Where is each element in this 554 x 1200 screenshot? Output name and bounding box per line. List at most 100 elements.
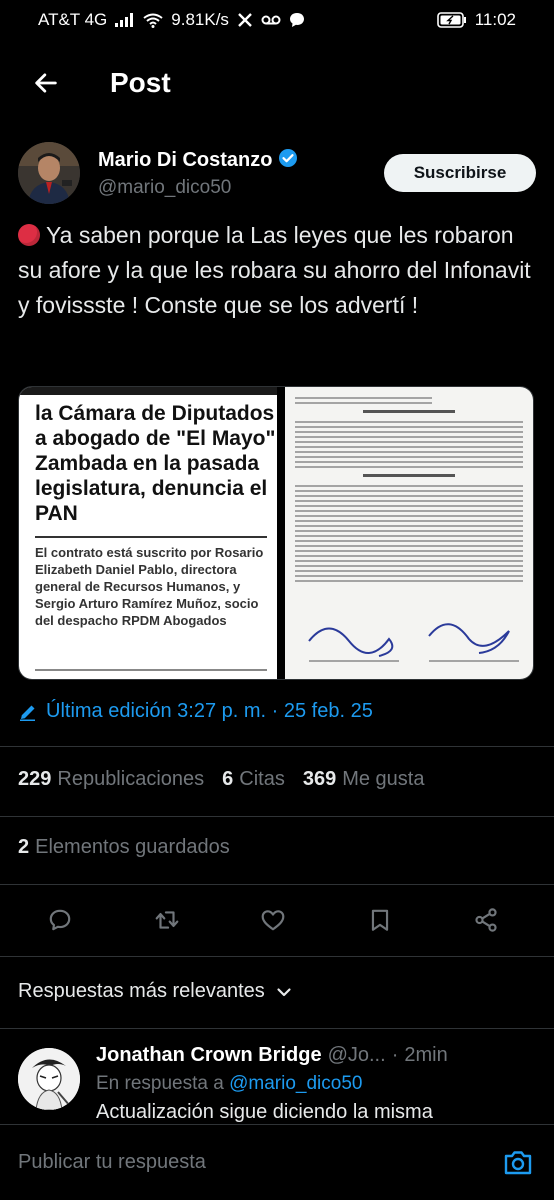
doc-line [295, 505, 523, 507]
cropped-headline-strip [19, 387, 277, 395]
camera-button[interactable] [500, 1145, 536, 1181]
doc-heading [363, 474, 455, 477]
doc-line [295, 446, 523, 448]
back-button[interactable] [16, 53, 76, 113]
doc-line [295, 530, 523, 532]
doc-line [295, 451, 523, 453]
like-icon [261, 910, 285, 931]
author-name[interactable]: Mario Di Costanzo [98, 149, 272, 172]
post-stats: 229 Republicaciones 6 Citas 369 Me gusta [18, 768, 424, 791]
likes-count: 369 [302, 768, 337, 790]
signal-icon [115, 13, 135, 27]
doc-line [295, 436, 523, 438]
author-avatar[interactable] [18, 142, 80, 204]
last-edited-link[interactable]: Última edición 3:27 p. m. · 25 feb. 25 [18, 700, 373, 723]
divider [0, 956, 554, 957]
post-header: Post [0, 50, 554, 116]
divider [0, 884, 554, 885]
like-button[interactable] [253, 900, 293, 940]
reply-item[interactable]: Jonathan Crown Bridge @Jo... · 2min En r… [18, 1044, 536, 1124]
subscribe-button[interactable]: Suscribirse [384, 154, 536, 192]
reply-composer [0, 1124, 554, 1200]
doc-line [295, 431, 523, 433]
doc-line [295, 510, 523, 512]
repost-icon [155, 911, 178, 929]
reply-text: Actualización sigue diciendo la misma [96, 1101, 433, 1123]
bookmarks-label: Elementos guardados [35, 836, 230, 858]
network-speed: 9.81K/s [171, 10, 229, 29]
media-image-news[interactable]: la Cámara de Diputados a abogado de "El … [19, 387, 277, 679]
quotes-label: Citas [239, 768, 285, 790]
likes-stat[interactable]: 369 Me gusta [303, 768, 425, 791]
reply-context-prefix: En respuesta a [96, 1073, 224, 1094]
reply-author-handle[interactable]: @Jo... [328, 1044, 386, 1067]
replies-sort-label: Respuestas más relevantes [18, 980, 265, 1002]
likes-label: Me gusta [342, 768, 425, 790]
doc-line [295, 426, 523, 428]
doc-line [295, 570, 523, 572]
doc-line [295, 565, 523, 567]
doc-line [295, 515, 523, 517]
pencil-icon [20, 705, 35, 721]
doc-line [295, 580, 523, 582]
back-arrow-icon [35, 73, 57, 93]
doc-line [295, 485, 523, 487]
share-button[interactable] [466, 900, 506, 940]
status-bar: AT&T 4G 9.81K/s 11:02 [0, 0, 554, 40]
reply-time: 2min [404, 1044, 448, 1066]
share-icon [475, 908, 497, 932]
chevron-down-icon [277, 987, 291, 996]
media-headline: la Cámara de Diputados a abogado de "El … [35, 402, 276, 525]
red-circle-icon [18, 224, 40, 246]
page-title: Post [110, 67, 171, 98]
media-gap [277, 387, 285, 679]
doc-line [295, 441, 523, 443]
doc-line [295, 461, 523, 463]
post-text: Ya saben porque la Las leyes que les rob… [18, 218, 538, 323]
reply-author-name[interactable]: Jonathan Crown Bridge [96, 1044, 322, 1067]
bookmarks-stat[interactable]: 2 Elementos guardados [18, 836, 230, 859]
reposts-label: Republicaciones [57, 768, 205, 790]
doc-line [295, 456, 523, 458]
doc-line [295, 421, 523, 423]
voicemail-icon [261, 14, 281, 26]
quotes-stat[interactable]: 6 Citas [222, 768, 285, 791]
post-media[interactable]: la Cámara de Diputados a abogado de "El … [18, 386, 534, 680]
doc-line [295, 490, 523, 492]
media-divider [35, 536, 267, 538]
media-subtext: El contrato está suscrito por Rosario El… [35, 545, 264, 628]
doc-line [295, 402, 432, 404]
bookmarks-count: 2 [18, 836, 30, 858]
reply-icon [49, 909, 71, 931]
reposts-count: 229 [18, 768, 52, 790]
doc-line [295, 560, 523, 562]
doc-line [295, 545, 523, 547]
replies-sort-dropdown[interactable]: Respuestas más relevantes [18, 980, 293, 1003]
doc-line [295, 500, 523, 502]
doc-line [295, 575, 523, 577]
repost-button[interactable] [147, 900, 187, 940]
reply-mention-link[interactable]: @mario_dico50 [229, 1073, 362, 1094]
doc-line [295, 495, 523, 497]
doc-line [295, 550, 523, 552]
post-actions [18, 896, 528, 944]
verified-badge-icon [278, 148, 298, 173]
quotes-count: 6 [222, 768, 234, 790]
reply-avatar[interactable] [18, 1048, 80, 1110]
divider [0, 746, 554, 747]
reply-button[interactable] [40, 900, 80, 940]
battery-icon [436, 12, 467, 28]
post-author: Mario Di Costanzo @mario_dico50 Suscribi… [18, 142, 536, 204]
reply-input[interactable] [18, 1151, 500, 1174]
x-app-icon [237, 12, 253, 28]
media-image-document[interactable] [285, 387, 533, 679]
last-edited-label: Última edición 3:27 p. m. · 25 feb. 25 [46, 700, 373, 722]
wifi-icon [143, 13, 163, 28]
reply-context: En respuesta a @mario_dico50 [96, 1073, 536, 1095]
doc-heading [363, 410, 455, 413]
doc-line [295, 520, 523, 522]
bookmark-button[interactable] [360, 900, 400, 940]
reply-dot: · [391, 1044, 399, 1066]
reposts-stat[interactable]: 229 Republicaciones [18, 768, 204, 791]
author-handle[interactable]: @mario_dico50 [98, 177, 384, 199]
